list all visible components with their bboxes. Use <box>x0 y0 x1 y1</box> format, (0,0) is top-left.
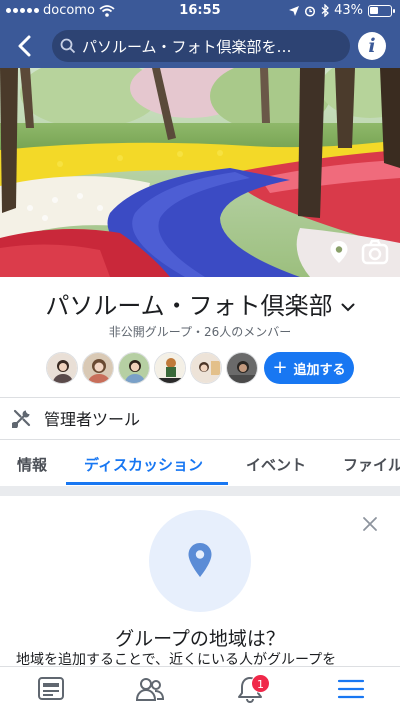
alarm-icon <box>305 5 316 17</box>
avatar[interactable] <box>226 352 258 384</box>
battery-fill <box>370 6 378 14</box>
group-name: パソルーム・フォト倶楽部 <box>45 292 333 320</box>
status-bar: docomo 16:55 43% <box>0 0 400 22</box>
tab-about[interactable]: 情報 <box>17 454 47 475</box>
status-right: 43% <box>289 3 395 18</box>
notification-badge: 1 <box>251 674 270 693</box>
admin-tools-label: 管理者ツール <box>44 410 141 429</box>
card-title: グループの地域は？ <box>115 628 285 650</box>
tab-discussion[interactable]: ディスカッション <box>84 454 203 475</box>
bluetooth-icon <box>321 4 330 17</box>
tab-files[interactable]: ファイル <box>343 454 400 475</box>
avatar[interactable] <box>154 352 186 384</box>
avatar[interactable] <box>118 352 150 384</box>
search-input[interactable]: パソルーム・フォト倶楽部を… <box>52 30 350 62</box>
close-icon[interactable] <box>362 516 378 532</box>
tab-events[interactable]: イベント <box>246 454 306 475</box>
map-pin-icon <box>188 543 212 577</box>
active-tab-indicator <box>66 482 228 485</box>
menu-icon[interactable] <box>336 675 366 703</box>
location-prompt-card: グループの地域は？ 地域を追加することで、近くにいる人がグループを <box>0 496 400 666</box>
top-bar: docomo 16:55 43% パソルーム・フォト倶楽部を… i <box>0 0 400 68</box>
admin-tools-icon <box>12 409 31 428</box>
location-arrow-icon <box>289 5 300 16</box>
info-icon[interactable]: i <box>358 32 386 60</box>
groups-icon[interactable] <box>135 675 165 703</box>
location-pin-icon[interactable] <box>329 240 349 264</box>
group-subtitle: 非公開グループ・26人のメンバー <box>108 325 292 339</box>
cover-photo[interactable] <box>0 68 400 277</box>
add-member-button[interactable]: + 追加する <box>264 352 354 384</box>
tab-bar: 情報 ディスカッション イベント ファイル <box>0 440 400 486</box>
section-separator <box>0 486 400 496</box>
avatar[interactable] <box>190 352 222 384</box>
chevron-left-icon[interactable] <box>12 32 38 60</box>
group-title[interactable]: パソルーム・フォト倶楽部 <box>0 286 400 321</box>
news-feed-icon[interactable] <box>36 675 66 703</box>
card-description: 地域を追加することで、近くにいる人がグループを <box>16 652 337 666</box>
member-avatars[interactable] <box>46 352 258 384</box>
battery-percent: 43% <box>334 3 363 18</box>
admin-tools-row[interactable]: 管理者ツール <box>0 398 400 438</box>
add-member-label: 追加する <box>293 362 346 378</box>
location-illustration <box>149 510 251 612</box>
nav-bar: パソルーム・フォト倶楽部を… i <box>0 26 400 66</box>
search-icon <box>60 38 76 54</box>
avatar[interactable] <box>82 352 114 384</box>
plus-icon: + <box>272 357 288 378</box>
bottom-nav: 1 <box>0 666 400 711</box>
chevron-down-icon[interactable] <box>341 303 355 312</box>
search-text: パソルーム・フォト倶楽部を… <box>82 37 292 56</box>
camera-icon[interactable] <box>361 239 389 265</box>
avatar[interactable] <box>46 352 78 384</box>
battery-icon <box>368 4 395 17</box>
